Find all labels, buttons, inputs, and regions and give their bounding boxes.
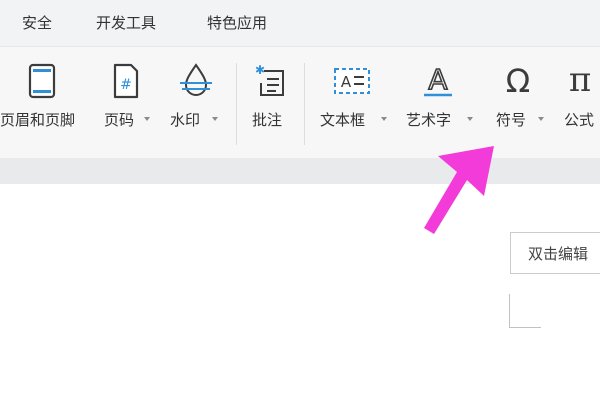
textbox-label: 文本框 [320, 111, 366, 129]
page-number-label: 页码 [104, 111, 135, 129]
comment-icon: ✱ [255, 63, 284, 96]
tab-security[interactable]: 安全 [22, 12, 52, 33]
page-number-icon: # [113, 63, 139, 99]
page-number-dropdown-icon [144, 117, 150, 121]
comment-button[interactable]: ✱ 批注 [246, 59, 296, 149]
header-footer-icon [28, 63, 56, 99]
header-footer-button[interactable]: 页眉和页脚 [0, 59, 90, 149]
formula-button[interactable]: π 公式 [558, 59, 600, 149]
watermark-label: 水印 [170, 111, 201, 129]
ribbon-separator [236, 63, 237, 145]
page-number-button[interactable]: # 页码 [100, 59, 158, 149]
wordart-dropdown-icon [467, 117, 473, 121]
ribbon-bottom-strip [0, 158, 600, 184]
wordart-label: 艺术字 [406, 111, 452, 129]
watermark-dropdown-icon [212, 117, 218, 121]
page-corner-mark [509, 294, 541, 328]
symbol-label: 符号 [496, 111, 527, 129]
formula-label: 公式 [564, 111, 595, 129]
textbox-button[interactable]: A 文本框 [318, 59, 390, 149]
ribbon-separator [304, 63, 305, 145]
textbox-icon: A [334, 68, 370, 94]
svg-text:Ω: Ω [506, 62, 530, 100]
svg-text:A: A [428, 63, 447, 96]
formula-icon: π [569, 61, 591, 100]
wordart-button[interactable]: A 艺术字 [404, 59, 476, 149]
document-canvas[interactable] [0, 184, 600, 400]
tab-developer-tools[interactable]: 开发工具 [96, 12, 156, 33]
svg-text:✱: ✱ [255, 63, 265, 77]
comment-label: 批注 [252, 111, 283, 129]
wordart-icon: A [424, 62, 452, 97]
svg-text:π: π [569, 61, 591, 100]
tab-featured-apps[interactable]: 特色应用 [207, 12, 267, 33]
textbox-dropdown-icon [381, 117, 387, 121]
symbol-button[interactable]: Ω 符号 [492, 59, 548, 149]
double-click-edit-text: 双击编辑 [528, 245, 589, 263]
menu-bar: 安全 开发工具 特色应用 [0, 0, 600, 46]
svg-text:#: # [120, 77, 132, 93]
watermark-icon [180, 63, 212, 96]
watermark-button[interactable]: 水印 [166, 59, 226, 149]
header-footer-label: 页眉和页脚 [0, 111, 76, 129]
symbol-dropdown-icon [538, 117, 544, 121]
svg-text:A: A [341, 73, 352, 91]
double-click-edit-box[interactable]: 双击编辑 [510, 232, 600, 274]
ribbon-toolbar: 页眉和页脚 # 页码 水印 ✱ 批注 A 文本框 A 艺术字 Ω 符号 π 公式 [0, 46, 600, 159]
symbol-icon: Ω [506, 62, 530, 100]
